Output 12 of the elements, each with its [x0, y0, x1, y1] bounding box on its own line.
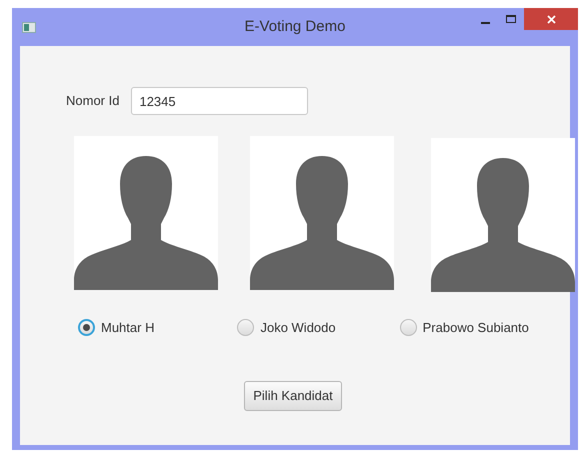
candidate-radio[interactable]: Muhtar H — [78, 318, 154, 338]
id-label: Nomor Id — [66, 92, 120, 110]
person-silhouette-icon — [250, 136, 394, 290]
app-icon — [22, 22, 36, 32]
submit-button[interactable]: Pilih Kandidat — [244, 380, 342, 410]
close-icon — [546, 14, 556, 24]
id-input-field[interactable]: 12345 — [131, 87, 308, 115]
window-title: E-Voting Demo — [244, 16, 346, 37]
person-silhouette-icon — [74, 136, 218, 290]
candidate-radio[interactable]: Prabowo Subianto — [400, 318, 529, 338]
candidate-radio[interactable]: Joko Widodo — [237, 318, 336, 338]
close-button[interactable] — [524, 8, 578, 30]
